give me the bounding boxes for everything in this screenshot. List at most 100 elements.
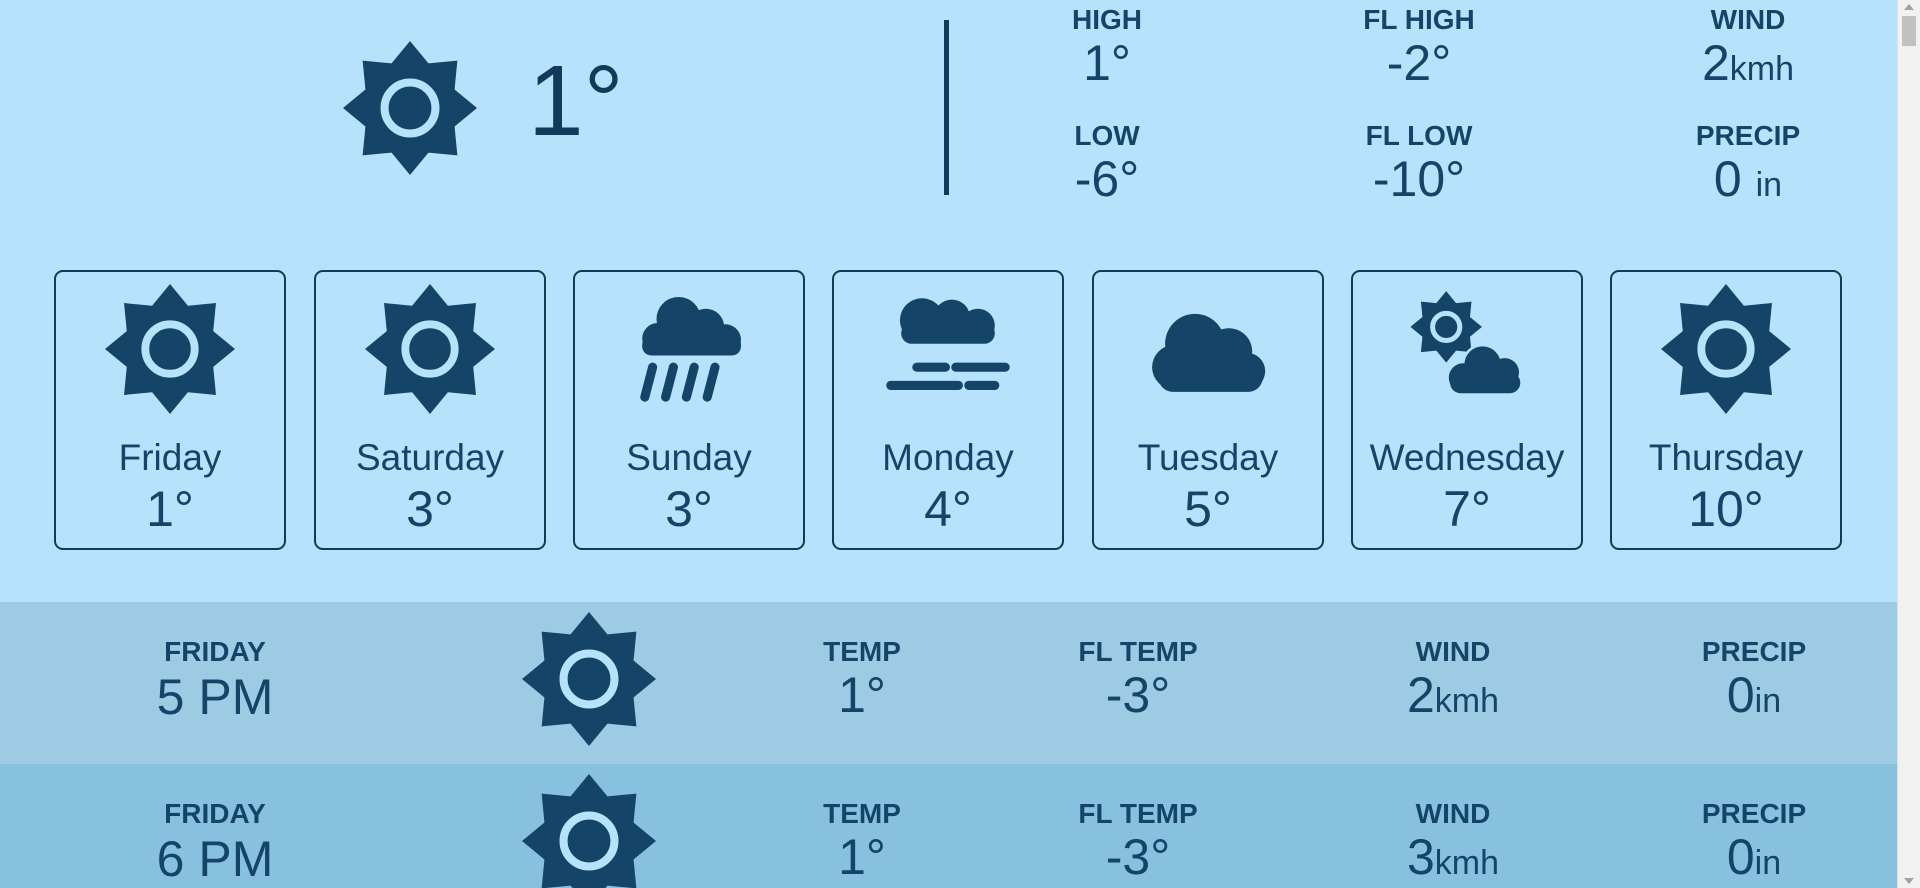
fl-temp-label: FL TEMP [1078, 636, 1198, 667]
day-card-sunday[interactable]: Sunday 3° [573, 270, 805, 550]
wind-unit: kmh [1729, 50, 1795, 88]
hour-precip: PRECIP 0in [1654, 798, 1854, 888]
day-name: Saturday [355, 437, 505, 478]
scroll-thumb[interactable] [1902, 16, 1916, 46]
low-label: LOW [1074, 120, 1140, 151]
wind-label: WIND [1415, 636, 1491, 667]
precip-unit: in [1754, 844, 1782, 882]
day-name: Sunday [626, 437, 752, 478]
day-card-wednesday[interactable]: Wednesday 7° [1351, 270, 1583, 550]
current-temp: 1° [528, 45, 624, 157]
high-stat: HIGH 1° [1007, 4, 1207, 90]
hour-day: FRIDAY [164, 798, 266, 829]
precip-label: PRECIP [1701, 636, 1807, 667]
wind-unit: kmh [1434, 844, 1500, 882]
day-name: Tuesday [1137, 437, 1279, 478]
wind-value: 2kmh [1648, 36, 1848, 96]
day-card-thursday[interactable]: Thursday 10° [1610, 270, 1842, 550]
day-temp: 5° [1184, 481, 1232, 537]
precip-unit: in [1754, 682, 1782, 720]
day-card-saturday[interactable]: Saturday 3° [314, 270, 546, 550]
precip-label: PRECIP [1701, 798, 1807, 829]
sun-rays [522, 774, 656, 888]
low-value: -6° [1074, 151, 1140, 207]
hour-wind: WIND 2kmh [1353, 636, 1553, 728]
hour-precip: PRECIP 0in [1654, 636, 1854, 728]
wind-label: WIND [1710, 4, 1786, 35]
hour-temp: TEMP 1° [762, 636, 962, 722]
wind-number: 2 [1406, 667, 1435, 723]
fl-low-value: -10° [1372, 151, 1466, 207]
precip-number: 0 [1726, 667, 1755, 723]
fl-temp-label: FL TEMP [1078, 798, 1198, 829]
day-temp: 10° [1688, 481, 1764, 537]
precip-value: 0in [1654, 668, 1854, 728]
cloud-icon [1152, 313, 1266, 392]
low-stat: LOW -6° [1007, 120, 1207, 206]
weather-page: 1° HIGH 1° LOW -6° FL HIGH -2° FL LOW -1… [0, 0, 1898, 888]
sun-icon [365, 284, 495, 414]
day-temp: 3° [665, 481, 713, 537]
sun-rays [105, 284, 235, 414]
temp-label: TEMP [823, 798, 901, 829]
temp-value: 1° [838, 667, 886, 723]
precip-value: 0 in [1648, 152, 1848, 212]
hourly-row: FRIDAY 6 PM TEMP 1° FL TEMP -3° WIND 3km… [0, 764, 1898, 888]
temp-label: TEMP [823, 636, 901, 667]
fl-high-label: FL HIGH [1363, 4, 1475, 35]
scroll-down-arrow-icon[interactable] [1904, 878, 1914, 884]
sun-rays [522, 612, 656, 746]
fog-icon [886, 298, 1010, 390]
wind-value: 2kmh [1353, 668, 1553, 728]
hour-wind: WIND 3kmh [1353, 798, 1553, 888]
sun-rays [343, 41, 477, 175]
day-temp: 7° [1443, 481, 1491, 537]
wind-number: 2 [1701, 35, 1730, 91]
rain-icon [640, 297, 741, 402]
day-card-tuesday[interactable]: Tuesday 5° [1092, 270, 1324, 550]
sun-icon [343, 41, 477, 175]
hour-fl-temp: FL TEMP -3° [1038, 798, 1238, 884]
wind-stat: WIND 2kmh [1648, 4, 1848, 96]
day-name: Friday [118, 437, 222, 478]
wind-value: 3kmh [1353, 830, 1553, 888]
fl-high-value: -2° [1386, 35, 1452, 91]
partly-cloudy-icon [1410, 291, 1522, 395]
hour-time: 5 PM [156, 669, 274, 725]
hourly-row: FRIDAY 5 PM TEMP 1° FL TEMP -3° WIND 2km… [0, 602, 1898, 764]
hour-fl-temp: FL TEMP -3° [1038, 636, 1238, 722]
temp-value: 1° [838, 829, 886, 885]
fl-temp-value: -3° [1105, 829, 1171, 885]
day-temp: 1° [146, 481, 194, 537]
precip-value: 0in [1654, 830, 1854, 888]
vertical-scrollbar[interactable] [1897, 0, 1920, 888]
day-name: Thursday [1648, 437, 1804, 478]
hour-temp: TEMP 1° [762, 798, 962, 884]
sun-rays [365, 284, 495, 414]
hour-day: FRIDAY [164, 636, 266, 667]
sun-icon [105, 284, 235, 414]
fl-low-stat: FL LOW -10° [1319, 120, 1519, 206]
day-card-monday[interactable]: Monday 4° [832, 270, 1064, 550]
hour-time: 6 PM [156, 831, 274, 887]
fl-temp-value: -3° [1105, 667, 1171, 723]
day-temp: 3° [406, 481, 454, 537]
precip-unit: in [1755, 166, 1783, 204]
day-name: Wednesday [1369, 437, 1565, 478]
precip-number: 0 [1713, 151, 1742, 207]
fl-high-stat: FL HIGH -2° [1319, 4, 1519, 90]
day-name: Monday [882, 437, 1014, 478]
sun-icon [522, 612, 656, 746]
sun-icon [1661, 284, 1791, 414]
fl-low-label: FL LOW [1365, 120, 1473, 151]
divider [944, 20, 949, 195]
sun-rays [1661, 284, 1791, 414]
sun-icon [522, 774, 656, 888]
precip-number: 0 [1726, 829, 1755, 885]
day-card-friday[interactable]: Friday 1° [54, 270, 286, 550]
scroll-up-arrow-icon[interactable] [1904, 4, 1914, 10]
wind-number: 3 [1406, 829, 1435, 885]
high-value: 1° [1083, 35, 1131, 91]
wind-label: WIND [1415, 798, 1491, 829]
precip-label: PRECIP [1695, 120, 1801, 151]
